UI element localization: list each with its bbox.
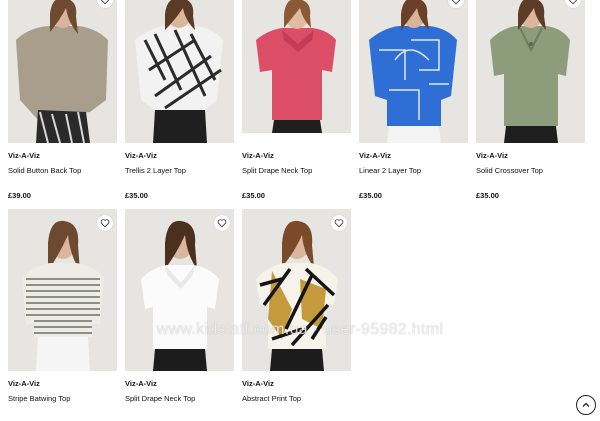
product-name[interactable]: Solid Button Back Top: [8, 166, 81, 175]
product-image[interactable]: [125, 0, 234, 143]
product-name[interactable]: Split Drape Neck Top: [125, 394, 195, 403]
product-name[interactable]: Trellis 2 Layer Top: [125, 166, 186, 175]
product-brand: Viz-A-Viz: [476, 151, 508, 160]
product-price: £35.00: [359, 191, 382, 200]
heart-outline-icon: [451, 0, 461, 5]
heart-outline-icon: [568, 0, 578, 5]
product-price: £35.00: [476, 191, 499, 200]
product-image[interactable]: [125, 209, 234, 371]
heart-outline-icon: [334, 219, 344, 228]
product-brand: Viz-A-Viz: [8, 379, 40, 388]
product-image[interactable]: [8, 0, 117, 143]
product-name[interactable]: Solid Crossover Top: [476, 166, 543, 175]
product-image[interactable]: [359, 0, 468, 143]
product-image[interactable]: [242, 209, 351, 371]
favourite-button[interactable]: [97, 215, 113, 231]
product-grid: Viz-A-Viz Solid Button Back Top £39.00 V…: [8, 0, 588, 421]
heart-outline-icon: [217, 219, 227, 228]
chevron-up-icon: [582, 402, 590, 407]
product-name[interactable]: Linear 2 Layer Top: [359, 166, 421, 175]
product-brand: Viz-A-Viz: [8, 151, 40, 160]
product-brand: Viz-A-Viz: [359, 151, 391, 160]
product-name[interactable]: Stripe Batwing Top: [8, 394, 70, 403]
product-brand: Viz-A-Viz: [125, 379, 157, 388]
product-brand: Viz-A-Viz: [242, 151, 274, 160]
product-price: £35.00: [125, 191, 148, 200]
product-name[interactable]: Split Drape Neck Top: [242, 166, 312, 175]
product-image[interactable]: [476, 0, 585, 143]
product-image[interactable]: [8, 209, 117, 371]
favourite-button[interactable]: [331, 215, 347, 231]
heart-outline-icon: [100, 0, 110, 5]
heart-outline-icon: [100, 219, 110, 228]
product-brand: Viz-A-Viz: [125, 151, 157, 160]
product-name[interactable]: Abstract Print Top: [242, 394, 301, 403]
product-image[interactable]: [242, 0, 351, 133]
product-brand: Viz-A-Viz: [242, 379, 274, 388]
scroll-to-top-button[interactable]: [576, 395, 596, 415]
favourite-button[interactable]: [214, 215, 230, 231]
product-price: £35.00: [242, 191, 265, 200]
product-price: £39.00: [8, 191, 31, 200]
